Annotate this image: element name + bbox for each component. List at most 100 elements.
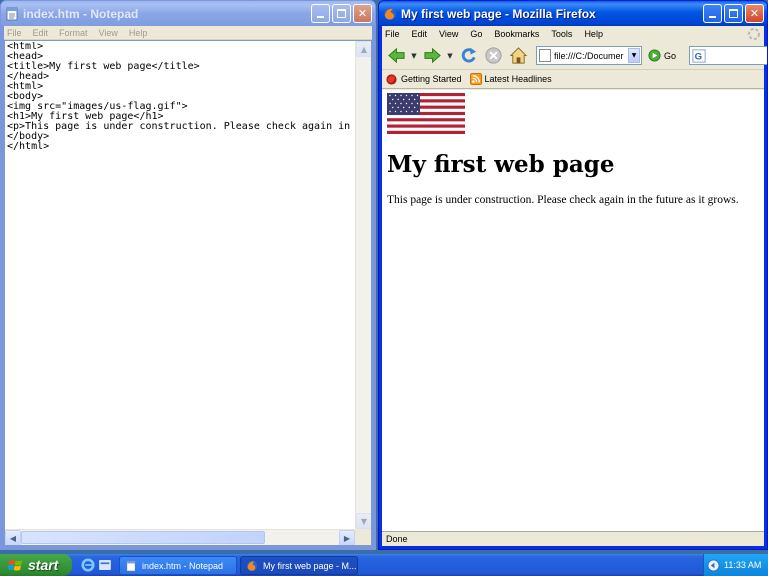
chevron-down-icon: ▼: [631, 52, 637, 59]
taskbar-button-firefox[interactable]: My first web page - M...: [240, 556, 358, 575]
internet-explorer-icon: [81, 558, 95, 572]
clock[interactable]: 11:33 AM: [724, 560, 761, 570]
notepad-text-area[interactable]: <html> <head> <title>My first web page</…: [4, 40, 372, 546]
notepad-titlebar[interactable]: index.htm - Notepad ✕: [1, 1, 375, 26]
firefox-window[interactable]: My first web page - Mozilla Firefox ✕ Fi…: [378, 0, 768, 550]
bookmark-label: Getting Started: [401, 74, 462, 84]
maximize-icon: [729, 9, 738, 18]
firefox-bookmark-icon: [386, 73, 397, 85]
chevron-down-icon: ▼: [360, 516, 368, 526]
maximize-button[interactable]: [332, 4, 351, 23]
page-heading: My first web page: [387, 151, 615, 178]
taskbar-button-notepad[interactable]: index.htm - Notepad: [119, 556, 237, 575]
menu-file[interactable]: File: [7, 28, 22, 38]
quicklaunch-desktop[interactable]: [97, 557, 113, 573]
svg-text:G: G: [695, 51, 702, 62]
scroll-down-button[interactable]: ▼: [356, 513, 371, 529]
home-button[interactable]: [507, 45, 529, 67]
maximize-icon: [337, 9, 346, 18]
show-desktop-icon: [99, 560, 111, 570]
notepad-app-icon: [6, 7, 18, 20]
code-line: <html>: [7, 81, 44, 92]
page-paragraph: This page is under construction. Please …: [387, 194, 739, 206]
notepad-window[interactable]: index.htm - Notepad ✕ File Edit Format V…: [0, 0, 376, 550]
scroll-left-button[interactable]: ◀: [5, 530, 21, 545]
status-bar: Done: [382, 531, 764, 546]
go-arrow-icon: [648, 49, 661, 62]
status-text: Done: [386, 534, 408, 544]
code-line: <p>This page is under construction. Plea…: [7, 121, 354, 132]
rss-feed-icon: [469, 73, 482, 85]
google-search-icon: G: [692, 48, 706, 63]
menu-view[interactable]: View: [99, 28, 118, 38]
minimize-icon: [709, 15, 716, 18]
system-tray: 11:33 AM: [703, 554, 768, 576]
firefox-title: My first web page - Mozilla Firefox: [401, 6, 596, 21]
close-button[interactable]: ✕: [353, 4, 372, 23]
chevron-left-icon: ◀: [9, 533, 17, 543]
menu-format[interactable]: Format: [59, 28, 88, 38]
taskbar-button-label: My first web page - M...: [263, 560, 357, 571]
scrollbar-corner: [355, 529, 371, 545]
bookmark-getting-started[interactable]: Getting Started: [385, 73, 462, 86]
forward-button[interactable]: [421, 45, 443, 67]
menu-bookmarks[interactable]: Bookmarks: [494, 29, 539, 39]
horizontal-scroll-thumb[interactable]: [21, 531, 265, 544]
bookmark-latest-headlines[interactable]: Latest Headlines: [469, 73, 552, 85]
forward-history-dropdown[interactable]: ▼: [446, 52, 454, 60]
firefox-app-icon: [384, 7, 396, 20]
horizontal-scrollbar[interactable]: ◀ ▶: [5, 529, 355, 545]
menu-edit[interactable]: Edit: [33, 28, 49, 38]
address-bar[interactable]: file:///C:/Documer ▼: [536, 46, 642, 65]
bookmarks-toolbar: Getting Started Latest Headlines: [382, 70, 764, 89]
minimize-button[interactable]: [311, 4, 330, 23]
minimize-icon: [317, 15, 324, 18]
code-line: <title>My first web page</title>: [7, 61, 200, 72]
reload-icon: [461, 47, 476, 63]
menu-edit[interactable]: Edit: [412, 29, 428, 39]
menu-file[interactable]: File: [385, 29, 400, 39]
quicklaunch-ie[interactable]: [80, 557, 96, 573]
menu-view[interactable]: View: [439, 29, 458, 39]
start-button[interactable]: start: [0, 554, 72, 576]
network-tray-icon[interactable]: [707, 558, 720, 572]
code-line: </head>: [7, 71, 50, 82]
windows-logo-icon: [8, 559, 23, 571]
flag-canton: [387, 93, 420, 115]
address-dropdown[interactable]: ▼: [628, 48, 640, 63]
notepad-text-content[interactable]: <html> <head> <title>My first web page</…: [7, 42, 354, 528]
go-button[interactable]: Go: [648, 49, 676, 62]
scroll-right-button[interactable]: ▶: [339, 530, 355, 545]
minimize-button[interactable]: [703, 4, 722, 23]
forward-arrow-icon: [423, 47, 441, 64]
menu-help[interactable]: Help: [584, 29, 603, 39]
start-label: start: [28, 557, 59, 573]
stop-button[interactable]: [482, 45, 504, 67]
firefox-titlebar[interactable]: My first web page - Mozilla Firefox ✕: [379, 1, 767, 26]
menu-go[interactable]: Go: [470, 29, 482, 39]
home-icon: [509, 47, 527, 64]
back-history-dropdown[interactable]: ▼: [410, 52, 418, 60]
back-button[interactable]: [385, 45, 407, 67]
menu-help[interactable]: Help: [129, 28, 148, 38]
close-button[interactable]: ✕: [745, 4, 764, 23]
page-viewport[interactable]: My first web page This page is under con…: [382, 90, 764, 531]
code-line: <html>: [7, 42, 44, 52]
us-flag-image: [387, 93, 465, 134]
chevron-right-icon: ▶: [343, 533, 351, 543]
go-label: Go: [664, 50, 677, 61]
taskbar: start index.htm - Notepad My first web p…: [0, 554, 768, 576]
vertical-scrollbar[interactable]: ▲ ▼: [355, 41, 371, 529]
scroll-up-button[interactable]: ▲: [356, 41, 371, 57]
maximize-button[interactable]: [724, 4, 743, 23]
menu-tools[interactable]: Tools: [551, 29, 572, 39]
notepad-menubar: File Edit Format View Help: [4, 26, 372, 40]
taskbar-button-label: index.htm - Notepad: [142, 560, 224, 571]
navigation-toolbar: ▼ ▼ file:///C:/Documer ▼ Go G: [382, 42, 767, 70]
search-box[interactable]: G: [689, 46, 767, 65]
firefox-client: File Edit View Go Bookmarks Tools Help ▼: [382, 26, 767, 546]
address-input[interactable]: file:///C:/Documer: [554, 51, 628, 61]
close-icon: ✕: [357, 7, 368, 20]
chevron-up-icon: ▲: [360, 44, 368, 54]
reload-button[interactable]: [457, 45, 479, 67]
